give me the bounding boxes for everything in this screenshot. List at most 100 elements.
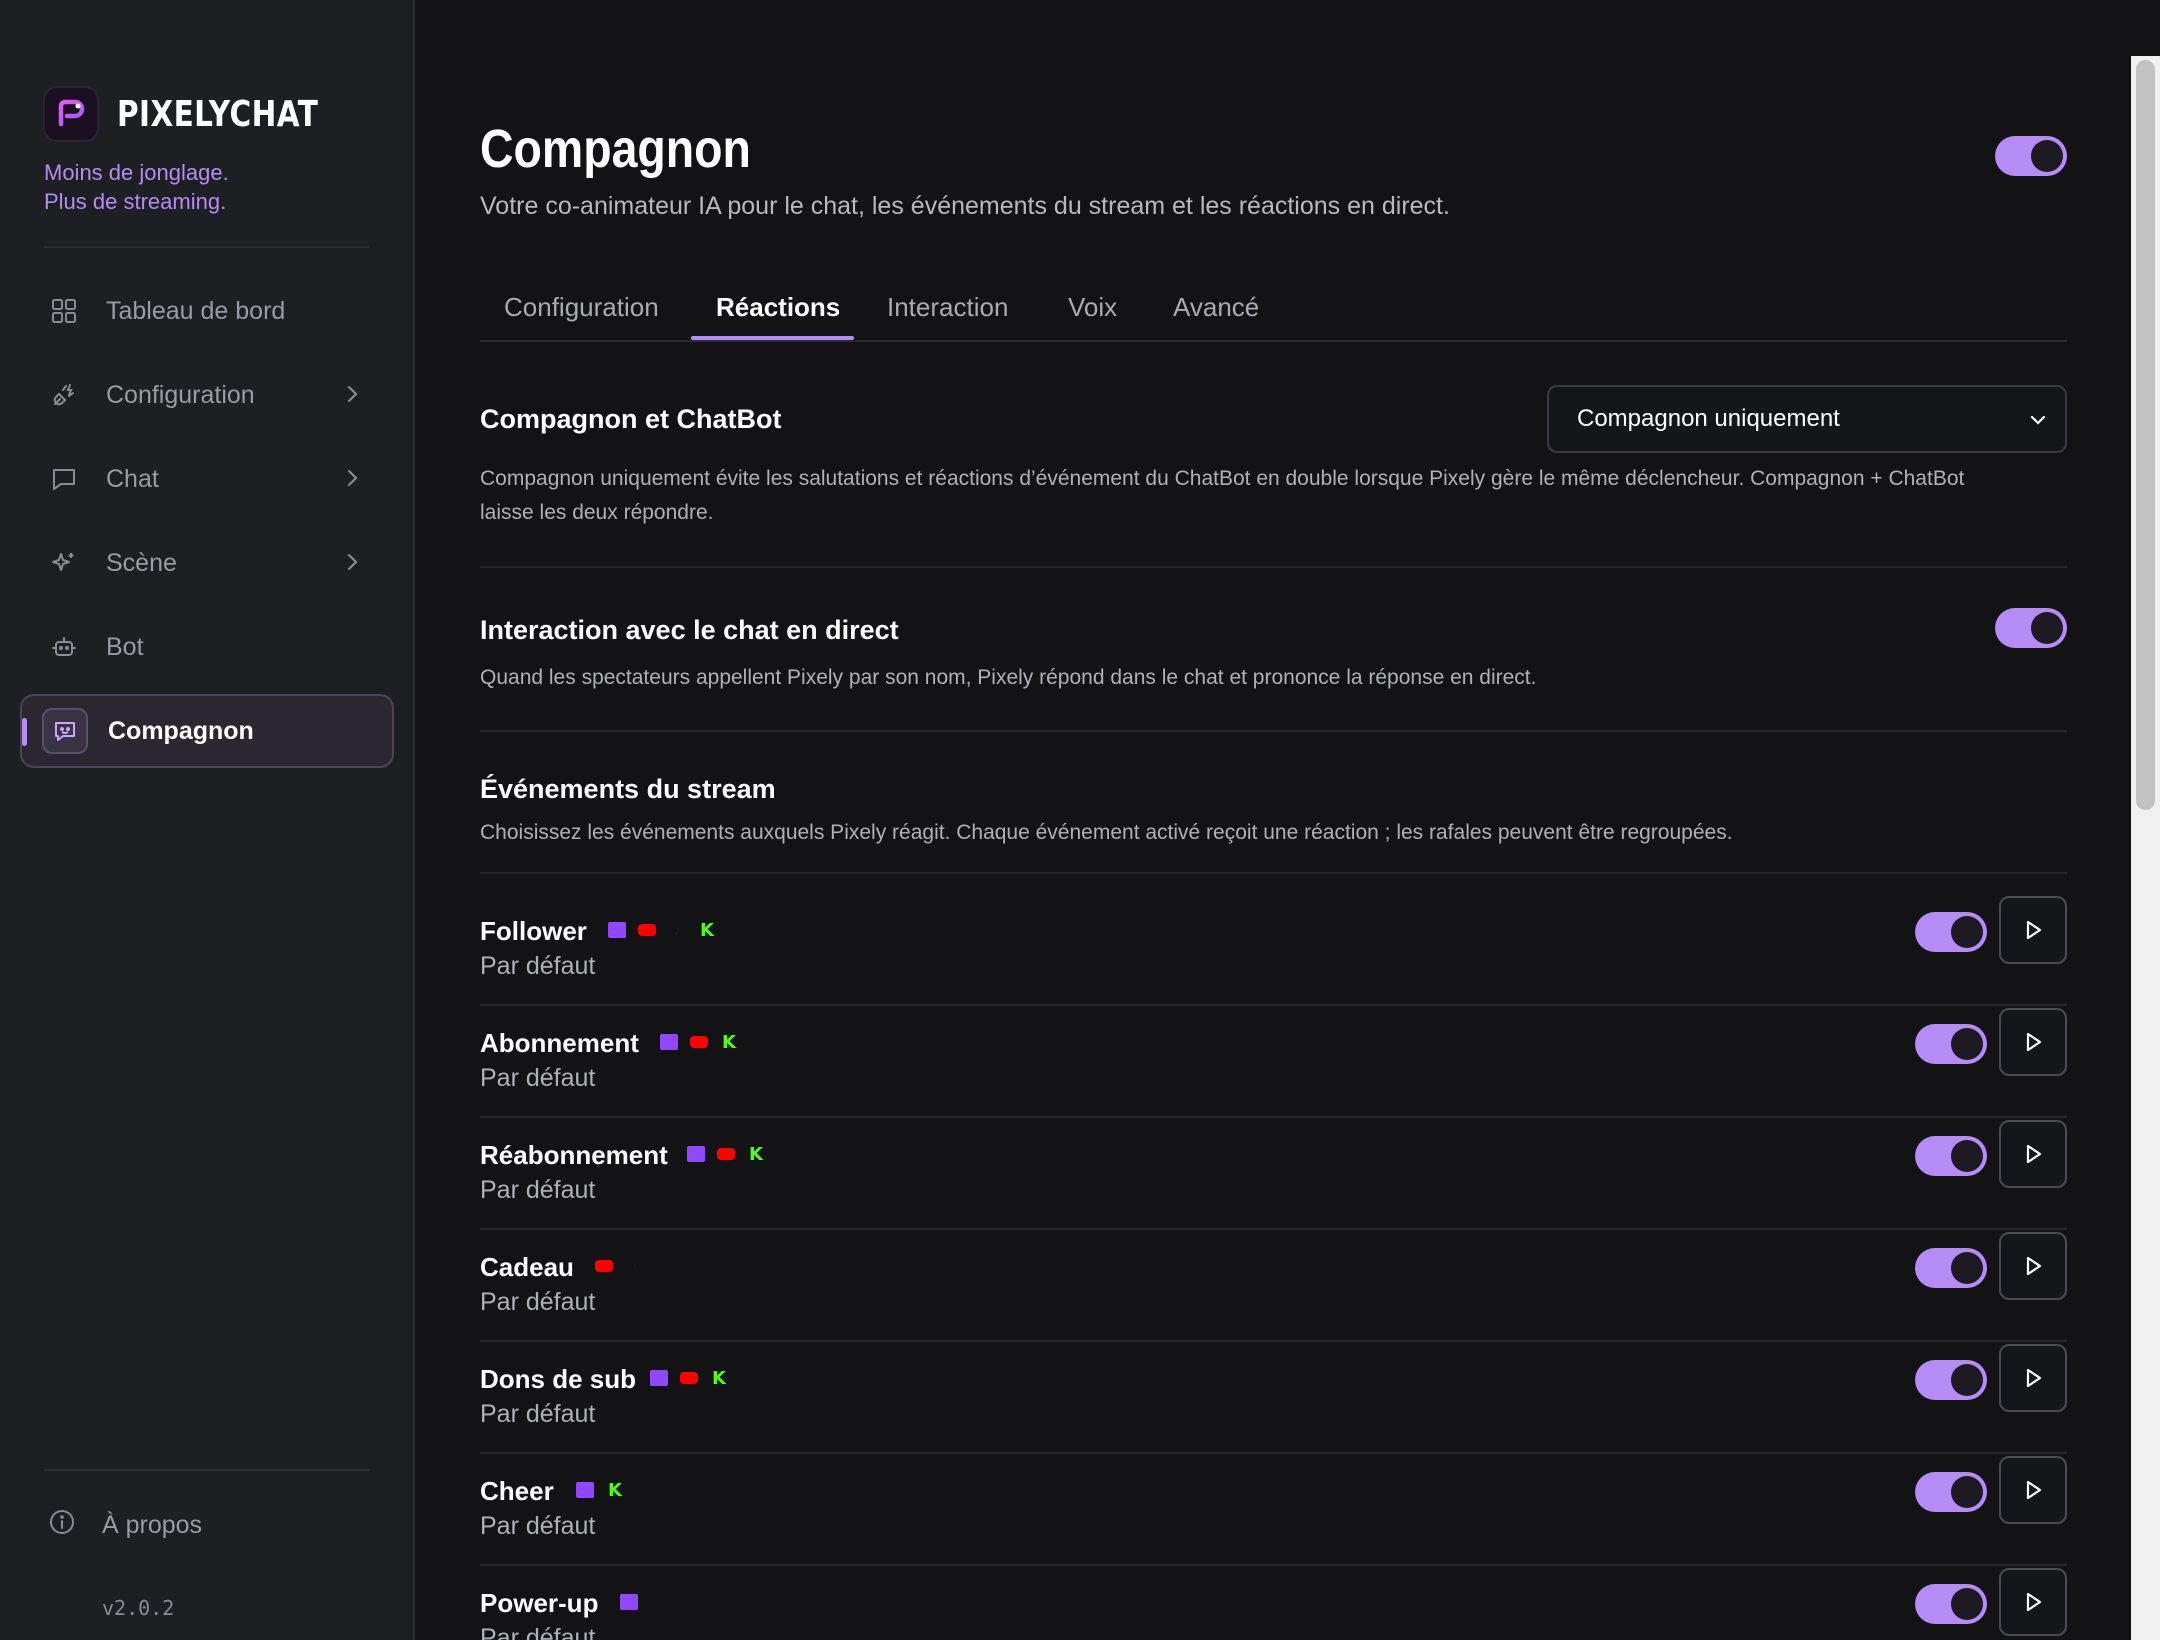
youtube-icon — [638, 924, 656, 936]
scrollbar-thumb[interactable] — [2136, 60, 2155, 810]
sidebar-item-label: Scène — [106, 548, 177, 577]
youtube-icon — [680, 1372, 698, 1384]
youtube-icon — [595, 1260, 613, 1272]
platform-icons: ♪ K — [608, 919, 728, 941]
sidebar-item-bot[interactable]: Bot — [20, 610, 394, 684]
tagline-line-1: Moins de jonglage. — [44, 160, 229, 185]
test-event-button[interactable] — [1999, 1456, 2067, 1524]
event-row-power-up: Power-up Par défaut — [480, 1566, 2067, 1640]
sidebar: PIXELYCHAT Moins de jonglage. Plus de st… — [0, 0, 415, 1640]
test-event-button[interactable] — [1999, 1344, 2067, 1412]
sidebar-nav: Tableau de bord Configuration Chat Scène… — [20, 274, 394, 778]
twitch-icon — [650, 1370, 668, 1386]
twitch-icon — [660, 1034, 678, 1050]
sparkles-icon — [48, 547, 80, 579]
toggle-knob — [2031, 140, 2063, 172]
event-name: Cadeau — [480, 1252, 574, 1282]
event-subtitle: Par défaut — [480, 952, 596, 980]
info-icon — [48, 1508, 76, 1543]
kick-icon: K — [749, 1143, 763, 1165]
twitch-icon — [608, 922, 626, 938]
app-window: PIXELYCHAT Moins de jonglage. Plus de st… — [0, 0, 2160, 1640]
grid-icon — [48, 295, 80, 327]
tagline-line-2: Plus de streaming. — [44, 189, 227, 214]
sidebar-item-label: Chat — [106, 464, 159, 493]
event-row-abonnement: Abonnement K Par défaut — [480, 1006, 2067, 1118]
event-row-follower: Follower ♪ K Par défaut — [480, 894, 2067, 1006]
description-line: laisse les deux répondre. — [480, 501, 714, 524]
event-toggle[interactable] — [1915, 1584, 1987, 1624]
sidebar-item-label: Compagnon — [108, 716, 254, 745]
sidebar-item-label: Configuration — [106, 380, 255, 409]
live-chat-toggle[interactable] — [1995, 608, 2067, 648]
toggle-knob — [1951, 1588, 1983, 1620]
event-name: Abonnement — [480, 1028, 639, 1058]
sidebar-item-compagnon[interactable]: Compagnon — [20, 694, 394, 768]
platform-icons: K — [660, 1032, 750, 1053]
tab-reactions[interactable]: Réactions — [716, 292, 840, 323]
kick-icon: K — [700, 919, 714, 941]
tab-interaction[interactable]: Interaction — [887, 292, 1008, 323]
platform-icons: K — [687, 1143, 777, 1165]
platform-icons — [620, 1594, 650, 1610]
event-toggle[interactable] — [1915, 1136, 1987, 1176]
event-subtitle: Par défaut — [480, 1624, 596, 1640]
twitch-icon — [620, 1594, 638, 1610]
tab-avance[interactable]: Avancé — [1173, 292, 1259, 323]
version-label: v2.0.2 — [102, 1596, 175, 1620]
companion-mode-select[interactable]: Compagnon uniquement — [1547, 385, 2067, 453]
scrollbar[interactable] — [2131, 56, 2160, 1640]
companion-chatbot-description: Compagnon uniquement évite les salutatio… — [480, 462, 1964, 530]
active-tab-indicator — [691, 336, 854, 340]
event-toggle[interactable] — [1915, 1360, 1987, 1400]
chevron-down-icon — [2027, 409, 2049, 438]
bot-icon — [48, 631, 80, 663]
live-chat-title: Interaction avec le chat en direct — [480, 615, 899, 645]
youtube-icon — [690, 1036, 708, 1048]
test-event-button[interactable] — [1999, 1120, 2067, 1188]
stream-events-title: Événements du stream — [480, 774, 776, 804]
companion-enabled-toggle[interactable] — [1995, 136, 2067, 176]
brand-name: PIXELYCHAT — [117, 93, 319, 135]
sidebar-item-dashboard[interactable]: Tableau de bord — [20, 274, 394, 348]
play-icon — [2026, 1368, 2042, 1388]
event-toggle[interactable] — [1915, 912, 1987, 952]
test-event-button[interactable] — [1999, 1568, 2067, 1636]
tab-voix[interactable]: Voix — [1068, 292, 1117, 323]
youtube-icon — [717, 1148, 735, 1160]
select-value: Compagnon uniquement — [1577, 405, 1840, 432]
toggle-knob — [1951, 1140, 1983, 1172]
tiktok-icon: ♪ — [630, 1258, 638, 1274]
event-toggle[interactable] — [1915, 1472, 1987, 1512]
description-line: Compagnon uniquement évite les salutatio… — [480, 467, 1965, 490]
sidebar-item-label: Bot — [106, 632, 144, 661]
sidebar-item-about[interactable]: À propos — [48, 1508, 202, 1543]
tiktok-icon: ♪ — [673, 922, 681, 938]
companion-chatbot-title: Compagnon et ChatBot — [480, 404, 782, 434]
event-row-dons-de-sub: Dons de sub K Par défaut — [480, 1342, 2067, 1454]
sidebar-divider — [44, 1469, 369, 1471]
tab-configuration[interactable]: Configuration — [504, 292, 659, 323]
sidebar-item-chat[interactable]: Chat — [20, 442, 394, 516]
section-divider — [480, 872, 2067, 874]
test-event-button[interactable] — [1999, 1008, 2067, 1076]
sidebar-divider — [44, 246, 369, 248]
brand[interactable]: PIXELYCHAT — [43, 86, 362, 142]
platform-icons: K — [576, 1479, 636, 1501]
test-event-button[interactable] — [1999, 1232, 2067, 1300]
kick-icon: K — [608, 1479, 622, 1501]
kick-icon: K — [712, 1367, 726, 1389]
sidebar-item-configuration[interactable]: Configuration — [20, 358, 394, 432]
toggle-knob — [2031, 612, 2063, 644]
event-row-cheer: Cheer K Par défaut — [480, 1454, 2067, 1566]
sidebar-item-scene[interactable]: Scène — [20, 526, 394, 600]
event-toggle[interactable] — [1915, 1248, 1987, 1288]
toggle-knob — [1951, 916, 1983, 948]
event-toggle[interactable] — [1915, 1024, 1987, 1064]
event-subtitle: Par défaut — [480, 1176, 596, 1204]
about-label: À propos — [102, 1511, 203, 1539]
active-indicator — [22, 718, 27, 746]
platform-icons: K — [650, 1367, 740, 1389]
test-event-button[interactable] — [1999, 896, 2067, 964]
chevron-right-icon — [344, 466, 360, 497]
